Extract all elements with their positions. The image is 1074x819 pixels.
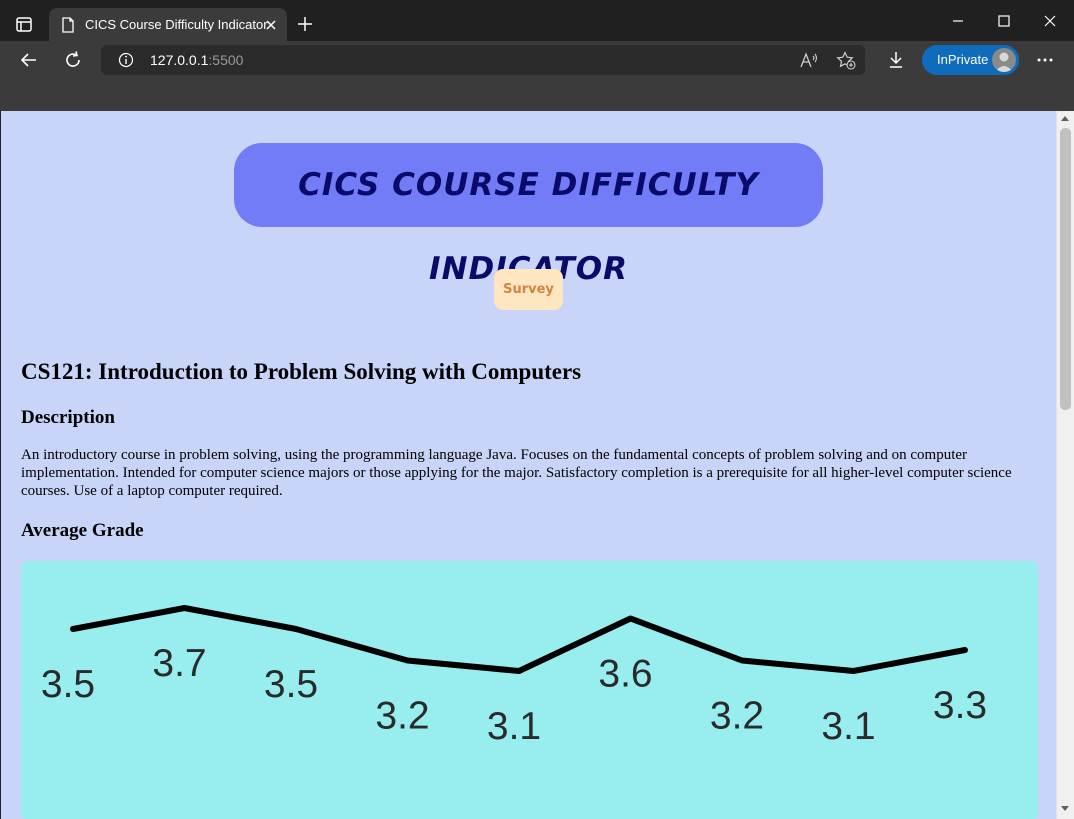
- address-bar[interactable]: 127.0.0.1:5500: [101, 45, 865, 75]
- avatar: [992, 48, 1016, 72]
- page-icon: [61, 17, 75, 33]
- description-text: An introductory course in problem solvin…: [21, 447, 1012, 499]
- active-tab[interactable]: CICS Course Difficulty Indicator: [49, 8, 287, 41]
- data-label: 3.5: [41, 663, 95, 706]
- url-port: :5500: [208, 52, 244, 68]
- data-label: 3.2: [710, 695, 764, 738]
- vertical-scrollbar[interactable]: [1056, 111, 1074, 819]
- browser-title-bar: CICS Course Difficulty Indicator: [0, 0, 1074, 41]
- description-heading: Description: [21, 407, 115, 428]
- page-title: CICS COURSE DIFFICULTY INDICATOR: [298, 167, 759, 287]
- page-viewport: CICS COURSE DIFFICULTY INDICATOR Survey …: [1, 111, 1056, 819]
- tab-title: CICS Course Difficulty Indicator: [85, 17, 268, 32]
- minimize-icon[interactable]: [949, 12, 967, 30]
- data-label: 3.1: [487, 705, 541, 748]
- scroll-up-arrow-icon[interactable]: [1061, 116, 1069, 121]
- course-title: CS121: Introduction to Problem Solving w…: [21, 359, 582, 384]
- tab-actions-icon[interactable]: [14, 13, 36, 35]
- close-window-icon[interactable]: [1041, 12, 1059, 30]
- new-tab-icon[interactable]: [296, 15, 314, 33]
- data-label: 3.5: [264, 663, 318, 706]
- browser-toolbar: 127.0.0.1:5500 InPrivate: [0, 41, 1074, 79]
- inprivate-label: InPrivate: [937, 52, 989, 67]
- average-grade-heading: Average Grade: [21, 520, 144, 541]
- survey-button[interactable]: Survey: [494, 269, 563, 310]
- scroll-down-arrow-icon[interactable]: [1061, 806, 1069, 811]
- more-options-icon[interactable]: [1035, 50, 1055, 70]
- data-label: 3.7: [152, 642, 206, 685]
- download-icon[interactable]: [886, 50, 906, 70]
- data-label: 3.2: [375, 695, 429, 738]
- add-favorite-icon[interactable]: [836, 51, 856, 70]
- read-aloud-icon[interactable]: [800, 52, 818, 69]
- toolbar-spacer: [0, 79, 1074, 111]
- data-label: 3.6: [598, 653, 652, 696]
- line-chart-svg: 3.5 3.7 3.5 3.2 3.1 3.6 3.2 3.1 3.3: [41, 605, 987, 748]
- data-label: 3.3: [933, 684, 987, 727]
- url-host: 127.0.0.1: [150, 52, 209, 68]
- inprivate-button[interactable]: InPrivate: [922, 45, 1019, 75]
- back-arrow-icon[interactable]: [19, 50, 39, 70]
- site-info-icon[interactable]: [118, 52, 134, 68]
- scroll-thumb[interactable]: [1060, 128, 1071, 410]
- url-text[interactable]: 127.0.0.1:5500: [150, 52, 243, 68]
- grade-series-line: [70, 605, 968, 674]
- maximize-icon[interactable]: [995, 12, 1013, 30]
- close-tab-icon[interactable]: [263, 17, 279, 33]
- refresh-icon[interactable]: [63, 50, 83, 70]
- average-grade-chart: 3.5 3.7 3.5 3.2 3.1 3.6 3.2 3.1 3.3: [21, 561, 1038, 819]
- header-banner: CICS COURSE DIFFICULTY INDICATOR: [234, 143, 823, 287]
- data-label: 3.1: [821, 705, 875, 748]
